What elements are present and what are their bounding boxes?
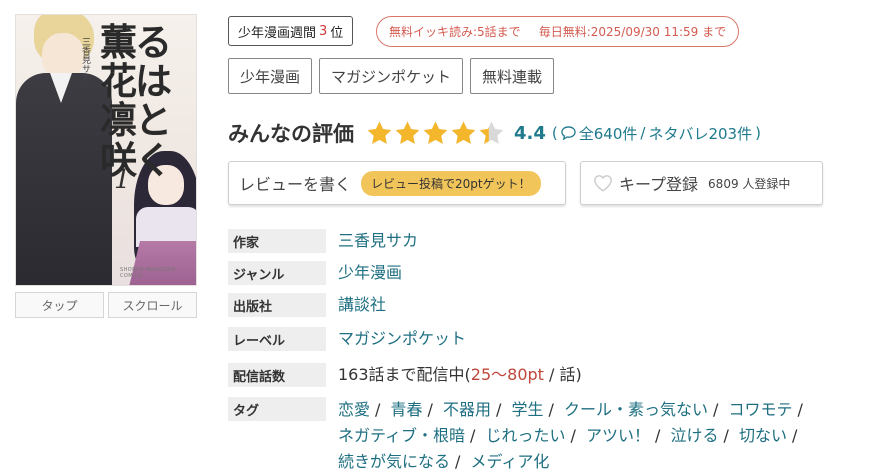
info-row-genre: ジャンル 少年漫画 <box>228 261 868 285</box>
ranking-suffix: 位 <box>330 25 344 41</box>
tag-link[interactable]: じれったい <box>486 426 566 445</box>
label-label: レーベル <box>228 327 326 351</box>
heart-icon <box>593 174 613 192</box>
info-row-episodes: 配信話数 163話まで配信中(25〜80pt / 話) <box>228 363 868 387</box>
review-counts[interactable]: ( 全640件 / ネタバレ203件 ) <box>552 123 761 144</box>
category-chip[interactable]: 少年漫画 <box>228 58 313 94</box>
tag-link[interactable]: 不器用 <box>443 400 491 419</box>
review-separator: / <box>640 124 646 142</box>
episodes-label: 配信話数 <box>228 363 326 387</box>
tag-separator: / <box>797 400 803 419</box>
cover-title: 薫る 花は 凛と 咲く <box>100 20 192 180</box>
tag-link[interactable]: 青春 <box>391 400 423 419</box>
scroll-mode-button[interactable]: スクロール <box>108 292 197 318</box>
review-count: 全640件 <box>578 124 638 143</box>
star-icon <box>450 120 477 146</box>
write-review-label: レビューを書く <box>239 175 352 194</box>
tags-label: タグ <box>228 397 326 421</box>
author-link[interactable]: 三香見サカ <box>326 229 418 253</box>
tag-separator: / <box>470 426 476 445</box>
tag-link[interactable]: メディア化 <box>471 452 550 471</box>
star-icon <box>394 120 421 146</box>
episodes-value: 163話まで配信中(25〜80pt / 話) <box>326 363 582 387</box>
episodes-prefix: 163話まで配信中( <box>338 365 471 384</box>
tag-separator: / <box>496 400 502 419</box>
cover-image[interactable]: 三香見サカ 薫る 花は 凛と 咲く 1 SHONEN MAGAZINE COMI… <box>15 14 197 286</box>
rating-row: みんなの評価 4.4 ( 全640件 / ネタバレ203件 ) <box>228 116 761 150</box>
star-icon <box>422 120 449 146</box>
publisher-label: 出版社 <box>228 293 326 317</box>
rating-stars <box>366 120 506 146</box>
info-row-author: 作家 三香見サカ <box>228 229 868 253</box>
publisher-link[interactable]: 講談社 <box>326 293 386 317</box>
tag-separator: / <box>548 400 554 419</box>
tag-separator: / <box>713 400 719 419</box>
tag-separator: / <box>455 452 461 471</box>
cover-imprint: SHONEN MAGAZINE COMICS <box>120 267 176 279</box>
ranking-prefix: 少年漫画週間 <box>238 25 317 41</box>
cover-volume: 1 <box>114 165 131 195</box>
view-mode-buttons: タップ スクロール <box>15 292 197 318</box>
info-row-publisher: 出版社 講談社 <box>228 293 868 317</box>
star-icon <box>366 120 393 146</box>
genre-label: ジャンル <box>228 261 326 285</box>
rating-title: みんなの評価 <box>228 122 354 146</box>
author-label: 作家 <box>228 229 326 253</box>
cover-author: 三香見サカ <box>80 37 90 82</box>
category-chip[interactable]: 無料連載 <box>470 58 555 94</box>
star-icon <box>478 120 505 146</box>
tag-separator: / <box>723 426 729 445</box>
open-paren: ( <box>551 124 558 142</box>
cover-title-line: 薫る <box>100 20 172 64</box>
keep-count: 6809 人登録中 <box>708 176 791 191</box>
episodes-suffix: / 話) <box>543 365 582 384</box>
binge-free-text: 無料イッキ読み:5話まで <box>389 25 521 39</box>
episodes-price: 25〜80pt <box>470 365 544 384</box>
category-chip[interactable]: マガジンポケット <box>319 58 464 94</box>
free-offer-pill: 無料イッキ読み:5話まで 毎日無料:2025/09/30 11:59 まで <box>376 16 740 47</box>
spoiler-count: ネタバレ203件 <box>648 124 753 143</box>
tag-link[interactable]: コワモテ <box>729 400 793 419</box>
tag-link[interactable]: 恋愛 <box>338 400 370 419</box>
ranking-number: 3 <box>319 23 328 39</box>
tag-link[interactable]: 切ない <box>739 426 787 445</box>
daily-free-text: 毎日無料:2025/09/30 11:59 まで <box>538 25 727 39</box>
info-row-label: レーベル マガジンポケット <box>228 327 868 351</box>
close-paren: ) <box>755 124 761 142</box>
tag-separator: / <box>427 400 433 419</box>
write-review-button[interactable]: レビューを書く レビュー投稿で20ptゲット！ <box>228 161 566 205</box>
ranking-badge[interactable]: 少年漫画週間 3 位 <box>228 16 354 46</box>
info-table: 作家 三香見サカ ジャンル 少年漫画 出版社 講談社 レーベル マガジンポケット… <box>228 229 868 475</box>
speech-bubble-icon <box>561 126 576 141</box>
genre-link[interactable]: 少年漫画 <box>326 261 402 285</box>
review-promo-badge: レビュー投稿で20ptゲット！ <box>361 170 541 196</box>
label-link[interactable]: マガジンポケット <box>326 327 466 351</box>
category-chips: 少年漫画 マガジンポケット 無料連載 <box>228 58 555 94</box>
tag-link[interactable]: 学生 <box>512 400 544 419</box>
keep-label: キープ登録 <box>619 175 699 194</box>
tap-mode-button[interactable]: タップ <box>15 292 104 318</box>
tag-separator: / <box>570 426 576 445</box>
tag-link[interactable]: アツい！ <box>586 426 650 445</box>
cover-title-line: 花は <box>100 59 172 104</box>
tag-separator: / <box>375 400 381 419</box>
keep-button[interactable]: キープ登録 6809 人登録中 <box>580 161 823 205</box>
tag-link[interactable]: 泣ける <box>671 426 719 445</box>
cover-title-line: 凛と <box>100 98 172 143</box>
tag-list: 恋愛 / 青春 / 不器用 / 学生 / クール・素っ気ない / コワモテ / ネガティブ・… <box>326 397 848 475</box>
rating-score: 4.4 <box>514 122 546 144</box>
tag-link[interactable]: クール・素っ気ない <box>564 400 708 419</box>
tag-link[interactable]: 続きが気になる <box>338 452 450 471</box>
tag-separator: / <box>655 426 661 445</box>
tag-separator: / <box>792 426 798 445</box>
info-row-tags: タグ 恋愛 / 青春 / 不器用 / 学生 / クール・素っ気ない / コワモテ / ネガテ… <box>228 397 868 475</box>
tag-link[interactable]: ネガティブ・根暗 <box>338 426 465 445</box>
cover-art-boy-body <box>16 73 112 285</box>
